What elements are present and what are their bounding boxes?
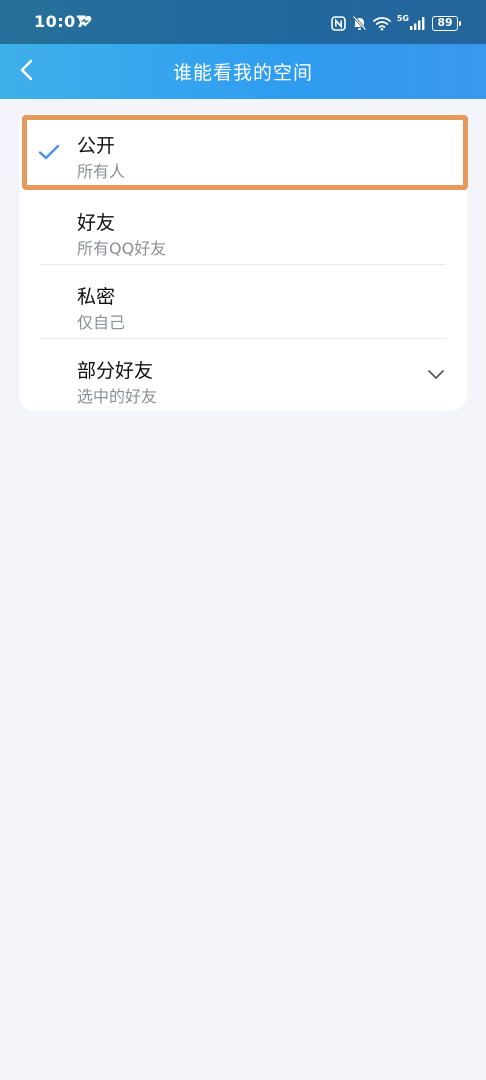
mute-bell-icon [352,15,367,31]
divider [40,187,446,188]
nfc-icon [331,15,346,31]
option-title: 部分好友 [77,360,154,382]
option-title: 公开 [77,135,116,157]
option-some-friends[interactable]: 部分好友 选中的好友 [19,339,467,411]
option-subtitle: 选中的好友 [77,387,158,406]
status-bar: 10:07 5G 89 [0,0,486,44]
option-subtitle: 所有人 [77,162,126,181]
option-private[interactable]: 私密 仅自己 [19,265,467,339]
wifi-icon [372,16,391,31]
signal-icon [410,17,425,30]
network-label: 5G [396,14,409,23]
option-subtitle: 所有QQ好友 [77,239,167,258]
chevron-down-icon[interactable] [427,369,445,381]
check-icon [38,144,60,160]
status-icons: 5G 89 [331,12,461,34]
option-title: 私密 [77,286,116,308]
option-friends[interactable]: 好友 所有QQ好友 [19,191,467,265]
page-title: 谁能看我的空间 [172,62,313,84]
navigation-bar: 谁能看我的空间 [0,44,486,99]
option-subtitle: 仅自己 [77,313,126,332]
header-area: 10:07 5G 89 谁能看我的空间 [0,0,486,99]
battery-indicator: 89 [432,15,461,31]
heart-icon [78,15,92,27]
privacy-options-card: 公开 所有人 好友 所有QQ好友 私密 仅自己 部分好友 选中的好友 [19,114,467,411]
option-public[interactable]: 公开 所有人 [19,114,467,188]
option-title: 好友 [77,212,116,234]
